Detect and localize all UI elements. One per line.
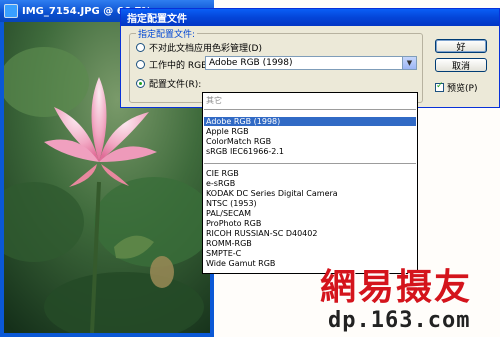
profile-select[interactable]: Adobe RGB (1998) ▼	[205, 56, 417, 70]
dropdown-item[interactable]: SMPTE-C	[204, 249, 416, 258]
ok-button[interactable]: 好	[435, 39, 487, 53]
dropdown-item[interactable]: e-sRGB	[204, 179, 416, 188]
dropdown-item[interactable]: ROMM-RGB	[204, 239, 416, 248]
dropdown-item[interactable]: sRGB IEC61966-2.1	[204, 147, 416, 156]
dialog-titlebar[interactable]: 指定配置文件	[121, 9, 499, 26]
radio-label: 配置文件(R):	[149, 80, 202, 90]
watermark: 網易摄友 dp.163.com	[316, 258, 500, 337]
dropdown-item[interactable]: Adobe RGB (1998)	[204, 117, 416, 126]
dropdown-item[interactable]: NTSC (1953)	[204, 199, 416, 208]
watermark-logo: 網易摄友	[320, 266, 473, 308]
preview-checkbox[interactable]	[435, 81, 444, 92]
dropdown-separator	[204, 109, 416, 110]
group-label: 指定配置文件:	[136, 27, 198, 40]
dropdown-item[interactable]: RICOH RUSSIAN-SC D40402	[204, 229, 416, 238]
radio-label: 不对此文档应用色彩管理(D)	[149, 44, 262, 54]
preview-checkbox-row[interactable]: 预览(P)	[435, 81, 477, 94]
cancel-button[interactable]: 取消	[435, 58, 487, 72]
preview-label: 预览(P)	[447, 84, 478, 94]
dropdown-item[interactable]: CIE RGB	[204, 169, 416, 178]
photoshop-document-icon	[4, 4, 18, 18]
radio-button[interactable]	[136, 60, 145, 69]
radio-profile[interactable]: 配置文件(R):	[136, 77, 201, 90]
radio-dont-color-manage[interactable]: 不对此文档应用色彩管理(D)	[136, 41, 262, 54]
radio-button[interactable]	[136, 79, 145, 88]
dropdown-separator	[204, 163, 416, 164]
dropdown-item[interactable]: ColorMatch RGB	[204, 137, 416, 146]
dropdown-item[interactable]: PAL/SECAM	[204, 209, 416, 218]
dropdown-item[interactable]: ProPhoto RGB	[204, 219, 416, 228]
chevron-down-icon[interactable]: ▼	[402, 57, 416, 69]
dropdown-item[interactable]: KODAK DC Series Digital Camera	[204, 189, 416, 198]
profile-select-value: Adobe RGB (1998)	[209, 58, 293, 68]
dialog-title: 指定配置文件	[127, 14, 187, 25]
profile-dropdown-list[interactable]: 其它 Adobe RGB (1998) Apple RGB ColorMatch…	[202, 92, 418, 274]
watermark-url: dp.163.com	[328, 308, 471, 333]
dropdown-item[interactable]: Apple RGB	[204, 127, 416, 136]
dropdown-item-other[interactable]: 其它	[204, 96, 416, 105]
radio-button[interactable]	[136, 43, 145, 52]
